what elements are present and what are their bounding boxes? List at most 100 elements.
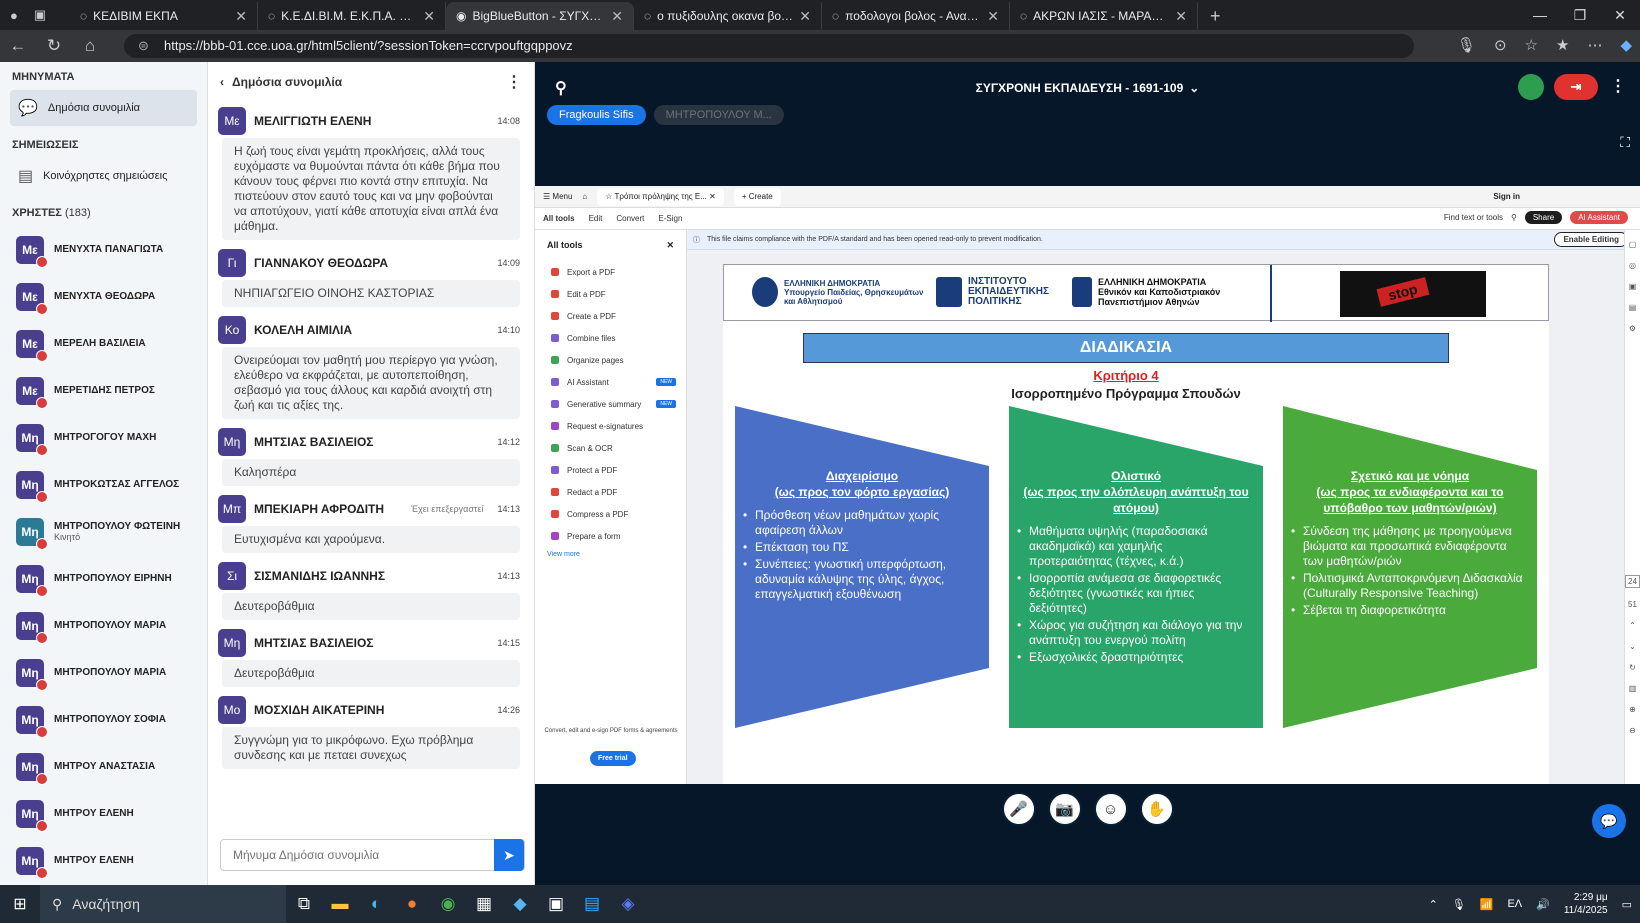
chevron-down-icon[interactable]: ⌄ <box>1189 81 1199 95</box>
browser-tab-4[interactable]: ◌ ποδολογοι βολος - Αναζήτηση ✕ <box>822 2 1010 30</box>
browser-tab-0[interactable]: ◌ ΚΕΔΙΒΙΜ ΕΚΠΑ ✕ <box>70 2 258 30</box>
vscode-icon[interactable]: ◆ <box>502 885 538 923</box>
store-icon[interactable]: ▦ <box>466 885 502 923</box>
browser-tab-3[interactable]: ◌ ο πυξιδουλης οκανα βολου - Ανα ✕ <box>634 2 822 30</box>
tool-item[interactable]: Redact a PDF <box>535 481 686 503</box>
chrome-icon[interactable]: ◉ <box>430 885 466 923</box>
fit-page-icon[interactable]: ▥ <box>1629 684 1637 693</box>
profile-icon[interactable]: ● <box>10 8 18 23</box>
task-view-icon[interactable]: ⧉ <box>286 885 322 923</box>
windows-start-icon[interactable]: ⊞ <box>0 894 40 914</box>
copilot-icon[interactable]: ◆ <box>1620 36 1632 54</box>
wifi-icon[interactable]: 📶 <box>1480 898 1494 911</box>
camera-button[interactable]: 📷 <box>1047 792 1082 826</box>
sidebar-item-public-chat[interactable]: 💬 Δημόσια συνομιλία <box>10 90 197 126</box>
user-list-item[interactable]: Μη ΜΗΤΡΟΥ ΑΝΑΣΤΑΣΙΑ <box>0 743 207 790</box>
user-list-item[interactable]: Μη ΜΗΤΡΟΠΟΥΛΟΥ ΜΑΡΙΑ <box>0 649 207 696</box>
tab-close-icon[interactable]: ✕ <box>423 8 435 25</box>
tool-item[interactable]: Request e-signatures <box>535 415 686 437</box>
send-button[interactable]: ➤ <box>494 839 524 871</box>
user-list-item[interactable]: Μη ΜΗΤΡΟΥ ΕΛΕΝΗ <box>0 837 207 884</box>
clock[interactable]: 2:29 μμ 11/4/2025 <box>1564 891 1608 917</box>
tab-actions-icon[interactable]: ▣ <box>34 7 46 23</box>
page-up-icon[interactable]: ⌃ <box>1629 621 1636 630</box>
menu-esign[interactable]: E-Sign <box>658 214 682 223</box>
tray-mic-icon[interactable]: 🎙 <box>1452 898 1466 911</box>
user-list-item[interactable]: Με ΜΕΝΥΧΤΑ ΠΑΝΑΓΙΩΤΑ <box>0 226 207 273</box>
browser-tab-1[interactable]: ◌ Κ.Ε.ΔΙ.ΒΙ.Μ. Ε.Κ.Π.Α. eClass-Cybele ✕ <box>258 2 446 30</box>
tool-item[interactable]: Generative summary NEW <box>535 393 686 415</box>
acrobat-menu[interactable]: ☰ Menu <box>543 192 572 201</box>
new-tab-icon[interactable]: + <box>1198 2 1233 30</box>
firefox-icon[interactable]: ● <box>394 885 430 923</box>
menu-convert[interactable]: Convert <box>616 214 644 223</box>
tool-item[interactable]: Organize pages <box>535 349 686 371</box>
tab-close-icon[interactable]: ✕ <box>987 8 999 25</box>
tab-close-icon[interactable]: ✕ <box>611 8 623 25</box>
reactions-button[interactable]: ☺ <box>1093 792 1128 826</box>
taskbar-search[interactable]: ⚲ Αναζήτηση <box>40 885 286 923</box>
acrobat-doc-tab[interactable]: ☆ Τρόποι πρόληψης της Ε... ✕ <box>597 187 724 206</box>
leave-button[interactable]: ⇥ <box>1554 74 1598 100</box>
user-list-item[interactable]: Με ΜΕΡΕΛΗ ΒΑΣΙΛΕΙΑ <box>0 320 207 367</box>
acrobat-sign-in[interactable]: Sign in <box>1493 192 1520 201</box>
browser-tab-2[interactable]: ◉ BigBlueButton - ΣΥΓΧΡΟΝΗ ✕ <box>446 2 634 30</box>
tool-item[interactable]: AI Assistant NEW <box>535 371 686 393</box>
tool-item[interactable]: Compress a PDF <box>535 503 686 525</box>
browser-tab-5[interactable]: ◌ ΑΚΡΩΝ ΙΑΣΙΣ - ΜΑΡΑΓΚΟΥ ΑΝΑΡ ✕ <box>1010 2 1198 30</box>
app-icon[interactable]: ▣ <box>538 885 574 923</box>
tab-close-icon[interactable]: ✕ <box>235 8 247 25</box>
acrobat-create-tab[interactable]: + Create <box>733 187 781 206</box>
tool-item[interactable]: Scan & OCR <box>535 437 686 459</box>
close-tools-icon[interactable]: ✕ <box>666 240 674 251</box>
share-button[interactable]: Share <box>1524 211 1563 224</box>
notifications-icon[interactable]: ▭ <box>1622 898 1632 911</box>
bookmark-icon[interactable]: ◎ <box>1629 261 1636 270</box>
free-trial-button[interactable]: Free trial <box>590 751 636 766</box>
favorites-icon[interactable]: ★ <box>1556 36 1569 54</box>
webex-icon[interactable]: ◈ <box>610 885 646 923</box>
outlook-icon[interactable]: ▤ <box>574 885 610 923</box>
favorite-star-icon[interactable]: ☆ <box>1525 36 1538 54</box>
user-list-item[interactable]: Μη ΜΗΤΡΟΠΟΥΛΟΥ ΣΟΦΙΑ <box>0 696 207 743</box>
user-list-item[interactable]: Μη ΜΗΤΡΟΚΩΤΣΑΣ ΑΓΓΕΛΟΣ <box>0 461 207 508</box>
user-list-item[interactable]: Μη ΜΗΤΡΟΠΟΥΛΟΥ ΜΑΡΙΑ <box>0 602 207 649</box>
page-down-icon[interactable]: ⌄ <box>1629 642 1636 651</box>
home-icon[interactable]: ⌂ <box>72 36 108 56</box>
chat-message-input[interactable] <box>221 840 494 870</box>
site-info-icon[interactable]: ⊜ <box>138 34 149 58</box>
talker-2[interactable]: ΜΗΤΡΟΠΟΥΛΟΥ Μ... <box>653 105 784 125</box>
user-list-item[interactable]: Με ΜΕΡΕΤΙΔΗΣ ΠΕΤΡΟΣ <box>0 367 207 414</box>
language-indicator[interactable]: ΕΛ <box>1507 898 1522 910</box>
tool-item[interactable]: Edit a PDF <box>535 283 686 305</box>
close-window-icon[interactable]: ✕ <box>1600 0 1640 30</box>
rotate-icon[interactable]: ↻ <box>1629 663 1636 672</box>
user-list-item[interactable]: Μη ΜΗΤΡΟΠΟΥΛΟΥ ΕΙΡΗΝΗ <box>0 555 207 602</box>
view-more-link[interactable]: View more <box>535 551 686 558</box>
chat-toggle-button[interactable]: 💬 <box>1592 804 1626 838</box>
user-list-item[interactable]: Μη ΜΗΤΡΟΥ ΕΛΕΝΗ <box>0 790 207 837</box>
find-tools[interactable]: Find text or tools <box>1444 213 1503 222</box>
user-list-item[interactable]: Μη ΜΗΤΡΟΠΟΥΛΟΥ ΦΩΤΕΙΝΗ Κινητό <box>0 508 207 555</box>
menu-edit[interactable]: Edit <box>589 214 603 223</box>
acrobat-home-icon[interactable]: ⌂ <box>582 192 587 201</box>
connection-status-icon[interactable] <box>1518 74 1544 100</box>
page-number[interactable]: 24 <box>1625 575 1640 588</box>
minimize-icon[interactable]: — <box>1520 0 1560 30</box>
tool-item[interactable]: Prepare a form <box>535 525 686 547</box>
more-icon[interactable]: ⋯ <box>1587 36 1602 54</box>
enable-editing-button[interactable]: Enable Editing <box>1554 232 1628 247</box>
edge-icon[interactable]: ◐ <box>358 885 394 923</box>
find-search-icon[interactable]: ⚲ <box>1511 213 1517 222</box>
raise-hand-button[interactable]: ✋ <box>1139 792 1174 826</box>
meeting-options-icon[interactable]: ⋮ <box>1610 76 1626 96</box>
pages-icon[interactable]: ▤ <box>1629 303 1637 312</box>
fullscreen-icon[interactable]: ⛶ <box>1620 134 1630 151</box>
volume-icon[interactable]: 🔊 <box>1536 898 1550 911</box>
ai-assistant-button[interactable]: AI Assistant <box>1570 211 1628 224</box>
sidebar-item-shared-notes[interactable]: ▤ Κοινόχρηστες σημειώσεις <box>10 158 197 194</box>
talker-1[interactable]: Fragkoulis Sifis <box>547 105 646 125</box>
maximize-icon[interactable]: ❐ <box>1560 0 1600 30</box>
back-icon[interactable]: ← <box>0 36 36 56</box>
reader-icon[interactable]: ⊙ <box>1494 36 1507 54</box>
